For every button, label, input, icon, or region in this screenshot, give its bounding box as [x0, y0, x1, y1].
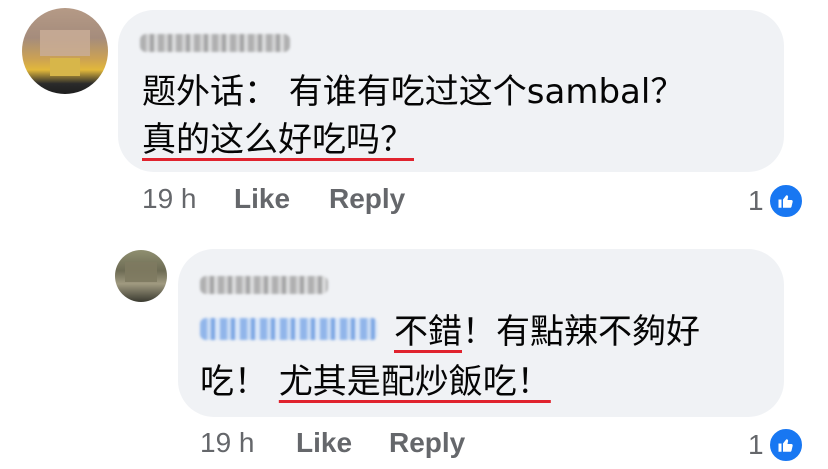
- avatar[interactable]: [22, 8, 108, 94]
- comment-text-line: 题外话： 有谁有吃过这个sambal？: [142, 72, 685, 112]
- author-name-blurred[interactable]: [200, 276, 328, 294]
- thumbs-up-icon: [767, 183, 804, 219]
- reaction-summary[interactable]: 1: [748, 183, 804, 219]
- timestamp-link[interactable]: 19 h: [142, 183, 197, 215]
- reaction-summary[interactable]: 1: [748, 427, 804, 463]
- comment-text: ！有點辣不夠好: [462, 312, 700, 352]
- comment-text-line: 吃！ 尤其是配炒飯吃！: [200, 358, 551, 406]
- author-name-blurred[interactable]: [140, 34, 290, 52]
- highlighted-text: 尤其是配炒飯吃！: [278, 362, 551, 402]
- comment-text-line: 不錯！有點辣不夠好: [394, 308, 700, 356]
- like-button[interactable]: Like: [234, 183, 290, 215]
- reaction-count: 1: [748, 429, 764, 460]
- timestamp-link[interactable]: 19 h: [200, 427, 255, 459]
- reply-button[interactable]: Reply: [389, 427, 465, 459]
- highlighted-text: 不錯: [394, 312, 462, 352]
- avatar-pixelation: [50, 58, 80, 76]
- thumbs-up-icon: [767, 427, 804, 463]
- comment-text: 吃！: [200, 362, 279, 402]
- mention-tag-blurred[interactable]: [200, 318, 378, 340]
- avatar[interactable]: [115, 250, 167, 302]
- like-button[interactable]: Like: [296, 427, 352, 459]
- avatar-pixelation: [40, 30, 90, 56]
- avatar-pixelation: [125, 262, 157, 282]
- comment-text-line: 真的这么好吃吗？: [142, 116, 414, 164]
- highlighted-text: 真的这么好吃吗？: [142, 120, 414, 160]
- reply-button[interactable]: Reply: [329, 183, 405, 215]
- reaction-count: 1: [748, 185, 764, 216]
